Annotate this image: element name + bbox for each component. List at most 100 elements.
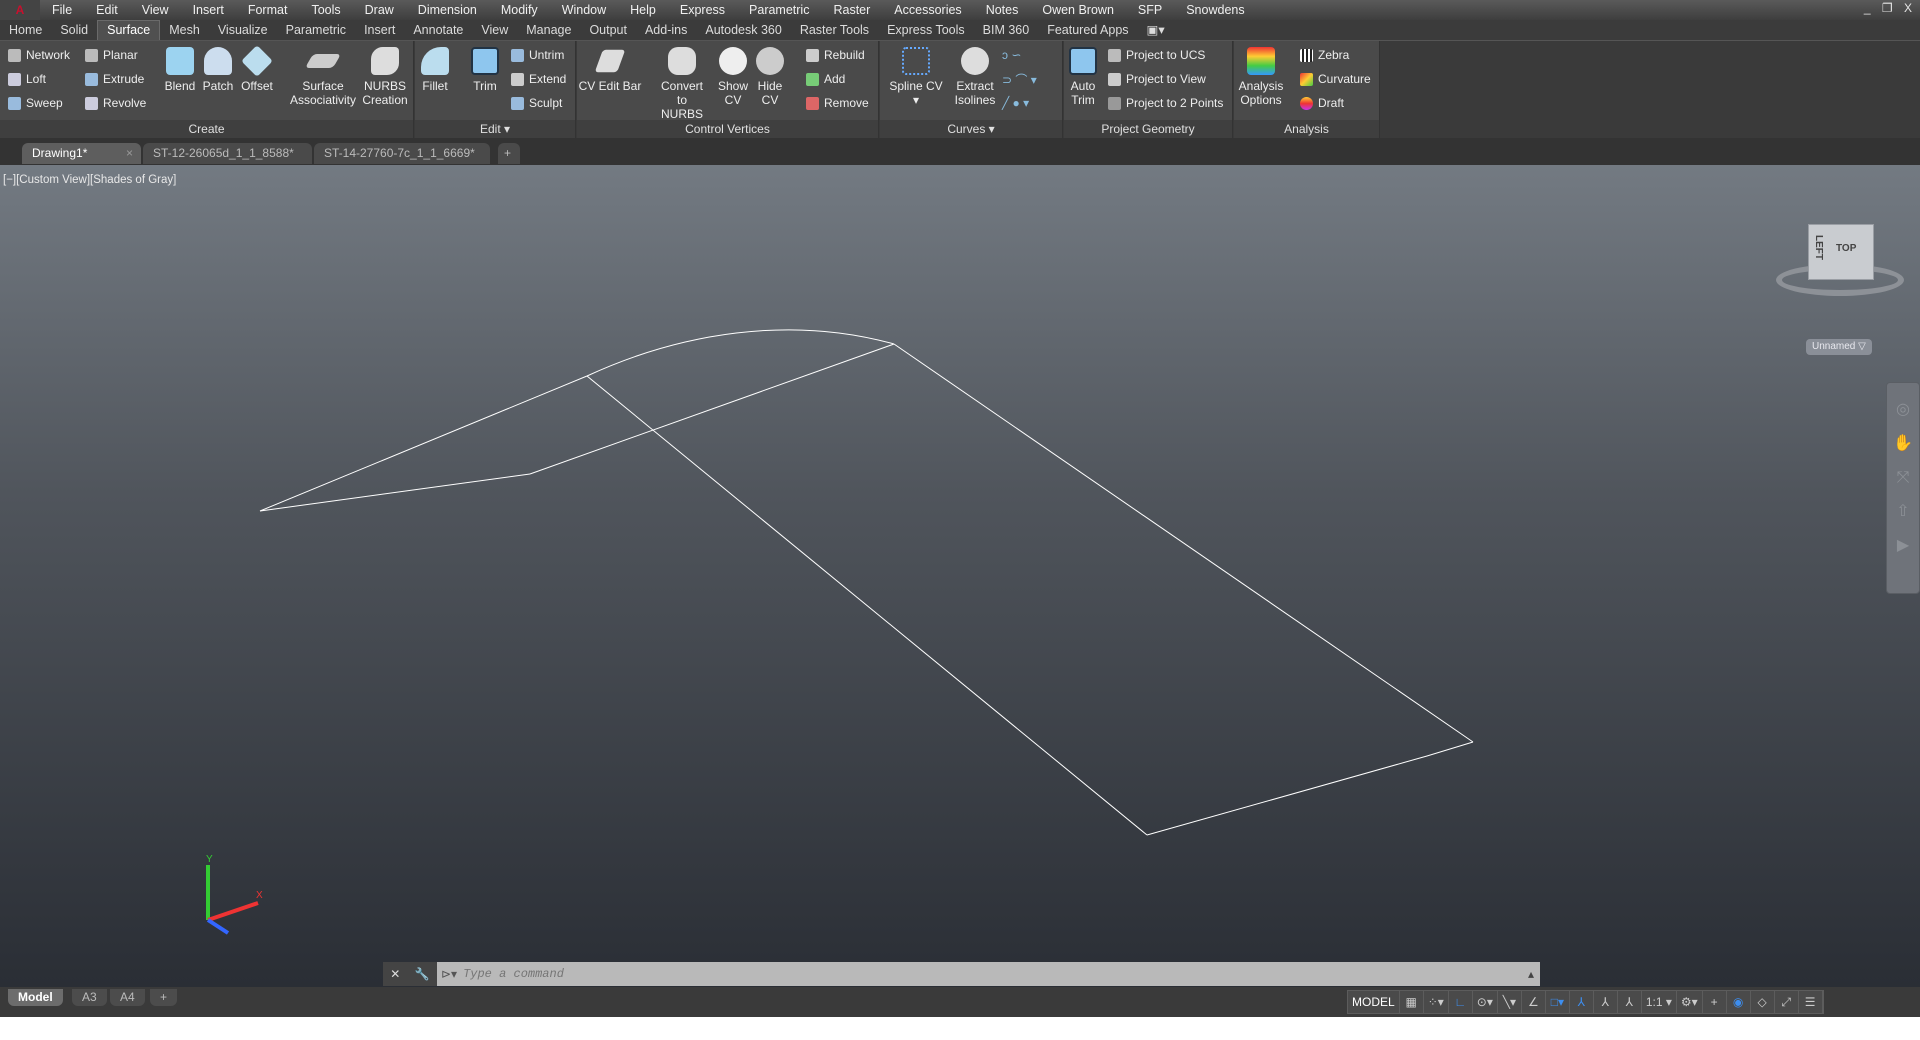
steering-wheel-icon[interactable]: ◎ (1887, 393, 1919, 427)
remove-cv-button[interactable]: Remove (806, 94, 869, 112)
curve-tool-1[interactable]: ↄ ∽ (1002, 46, 1021, 64)
menu-insert[interactable]: Insert (181, 3, 236, 17)
layout-tab-model[interactable]: Model (8, 989, 63, 1006)
layout-tab-a4[interactable]: A4 (110, 989, 145, 1006)
customization-menu-icon[interactable]: ☰ (1799, 991, 1823, 1013)
tab-add-ins[interactable]: Add-ins (636, 21, 696, 40)
trim-button[interactable]: Trim (453, 47, 517, 93)
drawing-viewport[interactable]: [−][Custom View][Shades of Gray] Y X LEF… (0, 165, 1920, 987)
menu-help[interactable]: Help (618, 3, 668, 17)
isolate-objects-icon[interactable]: ◉ (1727, 991, 1751, 1013)
tab-mesh[interactable]: Mesh (160, 21, 209, 40)
loft-button[interactable]: Loft (8, 70, 46, 88)
offset-button[interactable]: Offset (225, 45, 289, 93)
untrim-button[interactable]: Untrim (511, 46, 564, 64)
menu-edit[interactable]: Edit (84, 3, 130, 17)
menu-parametric[interactable]: Parametric (737, 3, 821, 17)
menu-format[interactable]: Format (236, 3, 300, 17)
named-views-dropdown[interactable]: Unnamed ▽ (1806, 339, 1872, 355)
project-to-2-points-button[interactable]: Project to 2 Points (1108, 94, 1223, 112)
window-controls[interactable]: _ ❐ X (1864, 1, 1916, 15)
viewcube[interactable]: LEFT TOP (1776, 220, 1904, 300)
annotation-monitor-plus-icon[interactable]: + (1703, 991, 1727, 1013)
tab-home[interactable]: Home (0, 21, 51, 40)
surface-associativity-button[interactable]: Surface Associativity (286, 47, 360, 107)
extend-button[interactable]: Extend (511, 70, 566, 88)
model-space-button[interactable]: MODEL (1348, 991, 1400, 1013)
application-menu-button[interactable]: A (0, 0, 40, 20)
tab-manage[interactable]: Manage (517, 21, 580, 40)
isodraft-icon[interactable]: ╲▾ (1498, 991, 1522, 1013)
network-button[interactable]: Network (8, 46, 70, 64)
close-command-line-icon[interactable]: ✕ (390, 967, 400, 981)
viewcube-face-top[interactable]: TOP (1828, 225, 1864, 279)
menu-express[interactable]: Express (668, 3, 737, 17)
tab-express-tools[interactable]: Express Tools (878, 21, 974, 40)
menu-raster[interactable]: Raster (821, 3, 882, 17)
doc-tab-st-12[interactable]: ST-12-26065d_1_1_8588* (143, 143, 312, 164)
annotation-visibility-icon[interactable]: ⅄ (1570, 991, 1594, 1013)
menu-accessories[interactable]: Accessories (882, 3, 973, 17)
doc-tab-st-14[interactable]: ST-14-27760-7c_1_1_6669* (314, 143, 490, 164)
grid-icon[interactable]: ▦ (1400, 991, 1424, 1013)
menu-owen-brown[interactable]: Owen Brown (1030, 3, 1126, 17)
project-to-ucs-button[interactable]: Project to UCS (1108, 46, 1205, 64)
menu-snowdens[interactable]: Snowdens (1174, 3, 1256, 17)
extract-isolines-button[interactable]: Extract Isolines (943, 47, 1007, 107)
revolve-button[interactable]: Revolve (85, 94, 146, 112)
tab-output[interactable]: Output (580, 21, 636, 40)
snap-icon[interactable]: ⁘▾ (1424, 991, 1449, 1013)
spline-cv-button[interactable]: Spline CV ▾ (884, 47, 948, 107)
pan-hand-icon[interactable]: ✋ (1887, 427, 1919, 461)
object-snap-tracking-icon[interactable]: ∠ (1522, 991, 1546, 1013)
menu-window[interactable]: Window (550, 3, 618, 17)
tab-bim-360[interactable]: BIM 360 (974, 21, 1039, 40)
panel-title-curves[interactable]: Curves ▾ (880, 120, 1062, 138)
menu-view[interactable]: View (130, 3, 181, 17)
menu-sfp[interactable]: SFP (1126, 3, 1174, 17)
tab-solid[interactable]: Solid (51, 21, 97, 40)
tab-visualize[interactable]: Visualize (209, 21, 277, 40)
object-snap-icon[interactable]: □▾ (1546, 991, 1570, 1013)
zebra-button[interactable]: Zebra (1300, 46, 1349, 64)
zoom-extents-icon[interactable]: ⤧ (1887, 461, 1919, 495)
customize-wrench-icon[interactable]: 🔧 (415, 967, 430, 981)
tab-insert[interactable]: Insert (355, 21, 404, 40)
curvature-button[interactable]: Curvature (1300, 70, 1371, 88)
command-input[interactable] (457, 962, 1522, 986)
tab-annotate[interactable]: Annotate (404, 21, 472, 40)
ribbon-toggle-icon[interactable]: ▣▾ (1138, 20, 1174, 40)
project-to-view-button[interactable]: Project to View (1108, 70, 1206, 88)
auto-trim-button[interactable]: Auto Trim (1051, 47, 1115, 107)
analysis-options-button[interactable]: Analysis Options (1229, 47, 1293, 107)
clean-screen-icon[interactable]: ⤢ (1775, 991, 1799, 1013)
tab-featured-apps[interactable]: Featured Apps (1038, 21, 1137, 40)
menu-dimension[interactable]: Dimension (406, 3, 489, 17)
menu-tools[interactable]: Tools (299, 3, 352, 17)
planar-button[interactable]: Planar (85, 46, 138, 64)
panel-title-create[interactable]: Create (0, 120, 413, 138)
orbit-icon[interactable]: ⇧ (1887, 495, 1919, 529)
auto-scale-icon[interactable]: ⅄ (1594, 991, 1618, 1013)
layout-tab-a3[interactable]: A3 (72, 989, 107, 1006)
convert-to-nurbs-button[interactable]: Convert to NURBS (650, 47, 714, 121)
tab-raster-tools[interactable]: Raster Tools (791, 21, 878, 40)
draft-button[interactable]: Draft (1300, 94, 1344, 112)
command-prompt-icon[interactable]: ⊳▾ (437, 967, 457, 981)
extrude-button[interactable]: Extrude (85, 70, 144, 88)
command-history-up-icon[interactable]: ▴ (1522, 967, 1540, 981)
polar-tracking-icon[interactable]: ⊙▾ (1473, 991, 1498, 1013)
add-cv-button[interactable]: Add (806, 70, 845, 88)
tab-surface[interactable]: Surface (97, 20, 161, 40)
workspace-gear-icon[interactable]: ⚙▾ (1677, 991, 1703, 1013)
tab-autodesk-360[interactable]: Autodesk 360 (696, 21, 790, 40)
add-layout-plus-icon[interactable]: + (150, 989, 178, 1006)
hardware-acceleration-icon[interactable]: ◇ (1751, 991, 1775, 1013)
curve-tool-3[interactable]: ╱ ● ▾ (1002, 94, 1029, 112)
panel-title-edit[interactable]: Edit ▾ (415, 120, 575, 138)
show-cv-button[interactable]: Show CV (713, 47, 753, 107)
new-tab-plus-icon[interactable]: + (498, 143, 520, 164)
annotation-scale-icon[interactable]: ⅄ (1618, 991, 1642, 1013)
doc-tab-drawing1[interactable]: Drawing1* × (22, 143, 141, 164)
curve-tool-2[interactable]: ⊃ ⌒ ▾ (1002, 70, 1037, 88)
